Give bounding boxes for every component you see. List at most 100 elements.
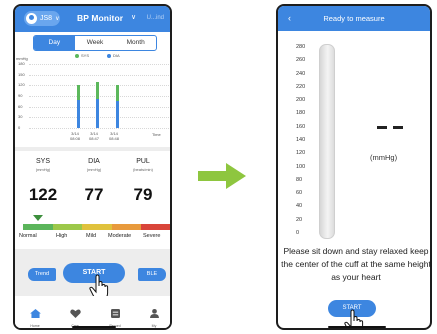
bp-monitor-home-screen: JS8 ∨ BP Monitor ∨ U...ind Day Week Mont…: [13, 4, 172, 330]
x-tick-label: 3/14 08:48: [109, 131, 119, 141]
bp-category-scale: [23, 224, 170, 230]
grid-line: [29, 64, 169, 65]
dia-unit: (mmHg): [86, 167, 102, 172]
scale-label-mild: Mild: [86, 233, 97, 239]
sys-value: 122: [28, 185, 58, 204]
gauge-tick-label: 80: [296, 176, 303, 183]
sys-label: SYS: [35, 158, 50, 165]
x-tick-line: 08:08: [70, 136, 81, 141]
app-header: JS8 ∨ BP Monitor ∨ U...ind: [15, 6, 170, 32]
x-tick-label: 3/14 08:47: [89, 131, 99, 141]
tab-record[interactable]: Record: [103, 305, 127, 328]
home-icon: [29, 309, 41, 318]
sys-bar[interactable]: [77, 85, 80, 101]
x-tick-label: 3/14 08:08: [70, 131, 80, 141]
gauge-tick-label: 200: [296, 97, 306, 104]
record-icon: [110, 309, 120, 318]
measure-title: Ready to measure: [323, 14, 385, 23]
gauge-tick-label: 40: [296, 203, 303, 210]
device-chevron-down-icon[interactable]: ∨: [131, 13, 136, 21]
tab-week[interactable]: Week: [75, 36, 116, 50]
trend-button[interactable]: Trend: [28, 268, 56, 281]
pul-unit: (beats/min): [132, 167, 153, 172]
chevron-down-icon: ∨: [55, 16, 60, 22]
legend-sys-swatch: [75, 53, 79, 58]
y-tick-label: 120: [18, 82, 25, 88]
sys-unit: (mmHg): [35, 167, 51, 172]
grid-line: [29, 96, 169, 97]
gauge-tick-label: 240: [296, 70, 306, 77]
y-tick-label: 30: [18, 114, 23, 120]
heart-icon: [69, 309, 81, 318]
tab-home[interactable]: Home: [23, 305, 47, 328]
header-right-text[interactable]: U...ind: [147, 15, 164, 21]
scale-label-severe: Severe: [143, 233, 161, 239]
gauge-tick-label: 60: [296, 190, 303, 197]
legend-dia-label: DIA: [113, 53, 120, 58]
tab-my-label: My: [151, 324, 157, 328]
legend-sys: SYS: [75, 53, 89, 58]
legend-sys-label: SYS: [81, 53, 90, 58]
sys-bar[interactable]: [116, 84, 119, 101]
grid-line: [29, 128, 169, 129]
gauge-tick-label: 220: [296, 83, 306, 90]
user-switcher[interactable]: JS8 ∨: [24, 11, 60, 26]
scale-label-high: High: [56, 233, 68, 239]
y-tick-label: 180: [18, 61, 25, 66]
user-label: JS8: [40, 15, 53, 22]
placeholder-dash: [377, 126, 387, 129]
gauge-tick-label: 180: [296, 110, 306, 117]
grid-line: [29, 106, 169, 108]
home-indicator: [328, 326, 386, 328]
gauge-tick-label: 0: [296, 230, 300, 236]
x-tick-line: 08:47: [89, 136, 100, 141]
dia-label: DIA: [88, 158, 100, 165]
tab-day[interactable]: Day: [34, 36, 75, 50]
grid-line: [29, 74, 169, 76]
gauge-tick-label: 140: [296, 137, 306, 143]
tab-my[interactable]: My: [142, 305, 166, 328]
pul-value: 79: [133, 185, 153, 204]
home-indicator: [72, 326, 116, 328]
pressure-gauge-bar: [319, 44, 335, 239]
gauge-tick-label: 100: [296, 163, 306, 170]
user-avatar-icon: [26, 13, 37, 24]
tab-month[interactable]: Month: [115, 36, 156, 50]
reading-placeholder: [377, 126, 403, 129]
pressure-unit: (mmHg): [370, 153, 398, 162]
scale-segment-mild: [82, 224, 112, 230]
scale-segment-severe: [141, 224, 170, 230]
ble-button[interactable]: BLE: [138, 268, 166, 281]
legend-dia: DIA: [107, 53, 120, 58]
scale-label-moderate: Moderate: [108, 233, 132, 239]
right-arrow-icon: [198, 163, 246, 189]
scale-segment-normal: [23, 224, 53, 230]
ready-to-measure-screen: ‹ Ready to measure 280 260 240 220 200 180 160…: [276, 4, 432, 330]
scale-segment-high: [52, 224, 83, 230]
section-divider: [15, 147, 170, 151]
dia-bar[interactable]: [77, 100, 80, 128]
scale-label-normal: Normal: [19, 233, 37, 239]
person-icon: [149, 309, 159, 318]
tab-care[interactable]: Care: [63, 305, 87, 328]
y-tick-label: 90: [18, 93, 23, 98]
x-axis-unit: Time: [152, 132, 161, 137]
gauge-tick-label: 20: [296, 216, 303, 223]
y-tick-label: 0: [18, 125, 21, 130]
measure-header: ‹ Ready to measure: [278, 6, 430, 31]
gauge-tick-label: 160: [296, 123, 306, 130]
gauge-tick-label: 280: [296, 44, 306, 50]
category-indicator-triangle: [33, 215, 43, 221]
y-tick-label: 150: [18, 71, 25, 77]
grid-line: [29, 117, 169, 119]
legend-dia-swatch: [107, 53, 111, 58]
dia-bar[interactable]: [96, 98, 99, 128]
tab-home-label: Home: [30, 324, 40, 328]
dia-bar[interactable]: [116, 100, 119, 128]
y-tick-label: 60: [18, 103, 23, 109]
device-title[interactable]: BP Monitor: [77, 13, 123, 23]
sys-bar[interactable]: [96, 82, 99, 99]
x-tick-line: 08:48: [109, 136, 120, 141]
gauge-tick-label: 120: [296, 150, 306, 157]
gauge-tick-label: 260: [296, 57, 306, 64]
